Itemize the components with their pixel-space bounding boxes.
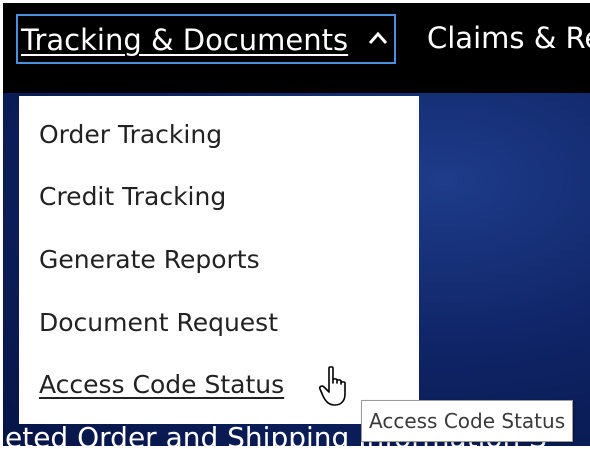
chevron-up-icon bbox=[368, 31, 388, 44]
tooltip: Access Code Status bbox=[361, 400, 573, 442]
menu-item-generate-reports[interactable]: Generate Reports bbox=[39, 245, 260, 275]
tracking-documents-dropdown: Order Tracking Credit Tracking Generate … bbox=[19, 96, 419, 424]
nav-tracking-documents[interactable]: Tracking & Documents bbox=[16, 14, 396, 64]
hand-pointer-cursor-icon bbox=[319, 366, 346, 406]
nav-claims-returns[interactable]: Claims & Re bbox=[427, 14, 590, 64]
top-navbar: Tracking & Documents Claims & Re bbox=[3, 3, 590, 93]
menu-item-document-request[interactable]: Document Request bbox=[39, 308, 278, 338]
browser-viewport: Tracking & Documents Claims & Re eted Or… bbox=[3, 3, 590, 446]
menu-item-order-tracking[interactable]: Order Tracking bbox=[39, 120, 222, 150]
menu-item-credit-tracking[interactable]: Credit Tracking bbox=[39, 182, 226, 212]
menu-item-access-code-status[interactable]: Access Code Status bbox=[39, 370, 284, 400]
nav-tracking-documents-label: Tracking & Documents bbox=[21, 23, 349, 57]
